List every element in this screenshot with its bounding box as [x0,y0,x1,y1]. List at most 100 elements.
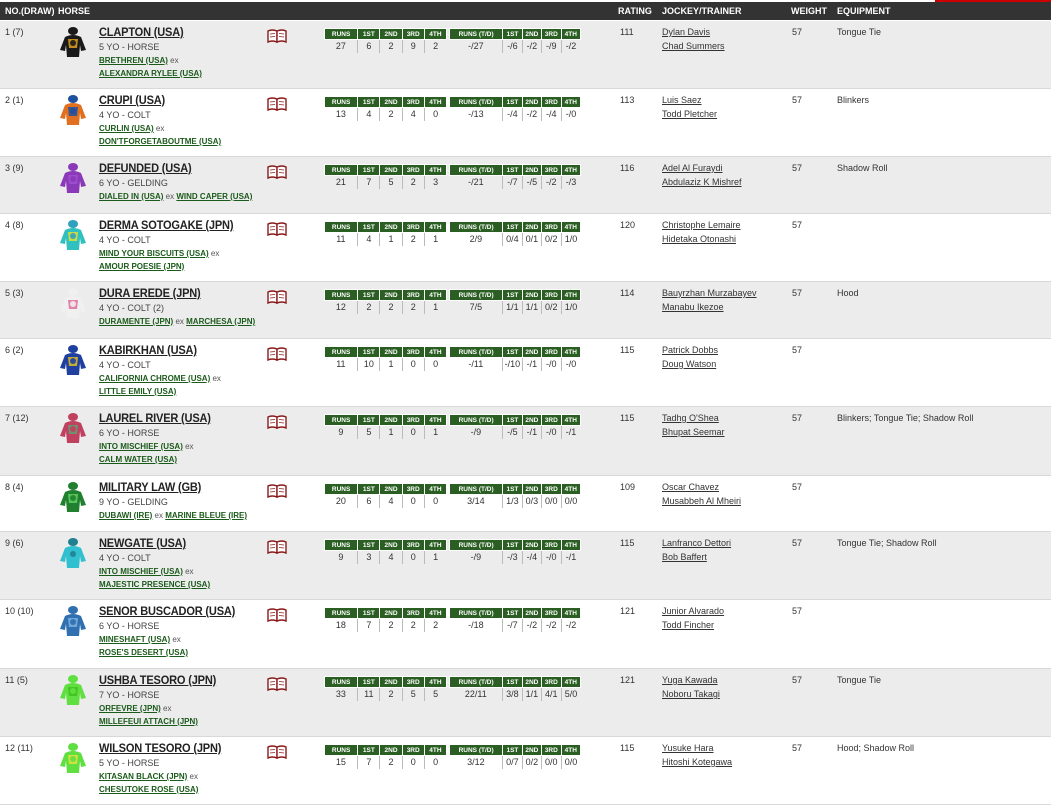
trainer-link[interactable]: Todd Pletcher [662,109,717,119]
form-guide-book-icon[interactable] [267,484,287,498]
sire-link[interactable]: DUBAWI (IRE) [99,511,152,520]
horse-name-link[interactable]: USHBA TESORO (JPN) [99,673,216,687]
jockey-link[interactable]: Yuga Kawada [662,675,718,685]
form-guide-book-icon[interactable] [267,347,287,361]
jockey-link[interactable]: Bauyrzhan Murzabayev [662,288,757,298]
horse-name-link[interactable]: MILITARY LAW (GB) [99,480,201,494]
sire-link[interactable]: CALIFORNIA CHROME (USA) [99,374,210,383]
pedigree-line: INTO MISCHIEF (USA) ex [99,567,194,576]
trainer-link[interactable]: Hitoshi Kotegawa [662,757,732,767]
sire-link[interactable]: CURLIN (USA) [99,124,154,133]
dam-link[interactable]: DON'TFORGETABOUTME (USA) [99,137,221,146]
form-guide-book-icon[interactable] [267,415,287,429]
jockey-link[interactable]: Lanfranco Dettori [662,538,731,548]
jockey-link[interactable]: Patrick Dobbs [662,345,718,355]
horse-rating: 121 [620,606,636,616]
jockey-silks-icon [60,675,86,705]
horse-name-link[interactable]: WILSON TESORO (JPN) [99,741,221,755]
track-distance-stats-table: RUNS (T/D) 1ST 2ND 3RD 4TH 7/5 1/1 1/1 0/2 1/0 [448,289,582,314]
pedigree-ex-label: ex [153,124,165,133]
jockey-link[interactable]: Dylan Davis [662,27,710,37]
stat-value: 2 [379,107,403,121]
stat-value: 0 [423,494,447,508]
trainer-link[interactable]: Noboru Takagi [662,689,720,699]
stat-header-runs: RUNS [323,483,359,495]
form-guide-book-icon[interactable] [267,745,287,759]
trainer-link[interactable]: Manabu Ikezoe [662,302,724,312]
trainer-link[interactable]: Todd Fincher [662,620,714,630]
jockey-link[interactable]: Luis Saez [662,95,702,105]
sire-link[interactable]: INTO MISCHIEF (USA) [99,567,183,576]
dam-link[interactable]: WIND CAPER (USA) [176,192,252,201]
stat-header-p2: 2ND [521,414,543,426]
sire-link[interactable]: BRETHREN (USA) [99,56,168,65]
stat-value: -/0 [541,425,562,439]
horse-name-link[interactable]: DURA EREDE (JPN) [99,286,201,300]
sire-link[interactable]: MINESHAFT (USA) [99,635,170,644]
form-guide-book-icon[interactable] [267,29,287,43]
form-guide-book-icon[interactable] [267,677,287,691]
stat-value: 15 [335,757,346,768]
horse-name-link[interactable]: CRUPI (USA) [99,93,165,107]
trainer-link[interactable]: Chad Summers [662,41,725,51]
stat-value: 4 [379,550,403,564]
horse-name-link[interactable]: DERMA SOTOGAKE (JPN) [99,218,234,232]
runner-row: 4 (8) DERMA SOTOGAKE (JPN) 4 YO - COLT MIND… [0,214,1051,282]
stat-header-p4: 4TH [560,346,582,358]
form-guide-book-icon[interactable] [267,222,287,236]
horse-name-link[interactable]: NEWGATE (USA) [99,536,186,550]
trainer-link[interactable]: Doug Watson [662,359,716,369]
dam-link[interactable]: AMOUR POESIE (JPN) [99,262,184,271]
sire-link[interactable]: MIND YOUR BISCUITS (USA) [99,249,209,258]
pedigree-ex-label: ex [210,374,221,383]
form-guide-book-icon[interactable] [267,608,287,622]
dam-link[interactable]: CALM WATER (USA) [99,455,177,464]
dam-link[interactable]: MARINE BLEUE (IRE) [165,511,247,520]
stat-header-p1: 1ST [357,289,381,301]
jockey-link[interactable]: Oscar Chavez [662,482,719,492]
dam-link[interactable]: MARCHESA (JPN) [186,317,255,326]
dam-link[interactable]: LITTLE EMILY (USA) [99,387,176,396]
sire-link[interactable]: DIALED IN (USA) [99,192,163,201]
horse-name-link[interactable]: CLAPTON (USA) [99,25,184,39]
trainer-link[interactable]: Bob Baffert [662,552,707,562]
dam-link[interactable]: ALEXANDRA RYLEE (USA) [99,69,202,78]
trainer-link[interactable]: Bhupat Seemar [662,427,725,437]
stat-value: -/2 [560,618,581,632]
dam-link[interactable]: ROSE'S DESERT (USA) [99,648,188,657]
stat-value: 6 [357,39,380,53]
jockey-link[interactable]: Christophe Lemaire [662,220,741,230]
sire-link[interactable]: KITASAN BLACK (JPN) [99,772,187,781]
runner-number-draw: 4 (8) [5,220,24,230]
stat-header-p4: 4TH [423,221,448,233]
jockey-link[interactable]: Junior Alvarado [662,606,724,616]
form-guide-book-icon[interactable] [267,540,287,554]
stat-header-p2: 2ND [521,28,543,40]
horse-name-link[interactable]: DEFUNDED (USA) [99,161,192,175]
dam-link[interactable]: MAJESTIC PRESENCE (USA) [99,580,210,589]
form-guide-book-icon[interactable] [267,97,287,111]
horse-name-link[interactable]: LAUREL RIVER (USA) [99,411,211,425]
horse-name-link[interactable]: KABIRKHAN (USA) [99,343,197,357]
trainer-link[interactable]: Musabbeh Al Mheiri [662,496,741,506]
jockey-link[interactable]: Adel Al Furaydi [662,163,723,173]
stat-value: 5/0 [560,687,581,701]
trainer-link[interactable]: Abdulaziz K Mishref [662,177,742,187]
dam-link[interactable]: CHESUTOKE ROSE (USA) [99,785,198,794]
jockey-link[interactable]: Tadhg O'Shea [662,413,719,423]
stat-value: 5 [379,175,403,189]
form-guide-book-icon[interactable] [267,165,287,179]
sire-link[interactable]: INTO MISCHIEF (USA) [99,442,183,451]
trainer-link[interactable]: Hidetaka Otonashi [662,234,736,244]
horse-name-link[interactable]: SENOR BUSCADOR (USA) [99,604,235,618]
dam-link[interactable]: MILLEFEUI ATTACH (JPN) [99,717,198,726]
track-distance-stats-table: RUNS (T/D) 1ST 2ND 3RD 4TH -/11 -/10 -/1 -/0 -/0 [448,346,582,371]
sire-link[interactable]: ORFEVRE (JPN) [99,704,161,713]
horse-age-sex: 4 YO - COLT (2) [99,303,165,313]
jockey-link[interactable]: Yusuke Hara [662,743,714,753]
stat-header-p1: 1ST [502,539,523,551]
sire-link[interactable]: DURAMENTE (JPN) [99,317,173,326]
form-guide-book-icon[interactable] [267,290,287,304]
career-stats-table: RUNS 1ST 2ND 3RD 4TH 21 7 5 2 3 [323,164,448,189]
horse-age-sex: 4 YO - COLT [99,360,151,370]
